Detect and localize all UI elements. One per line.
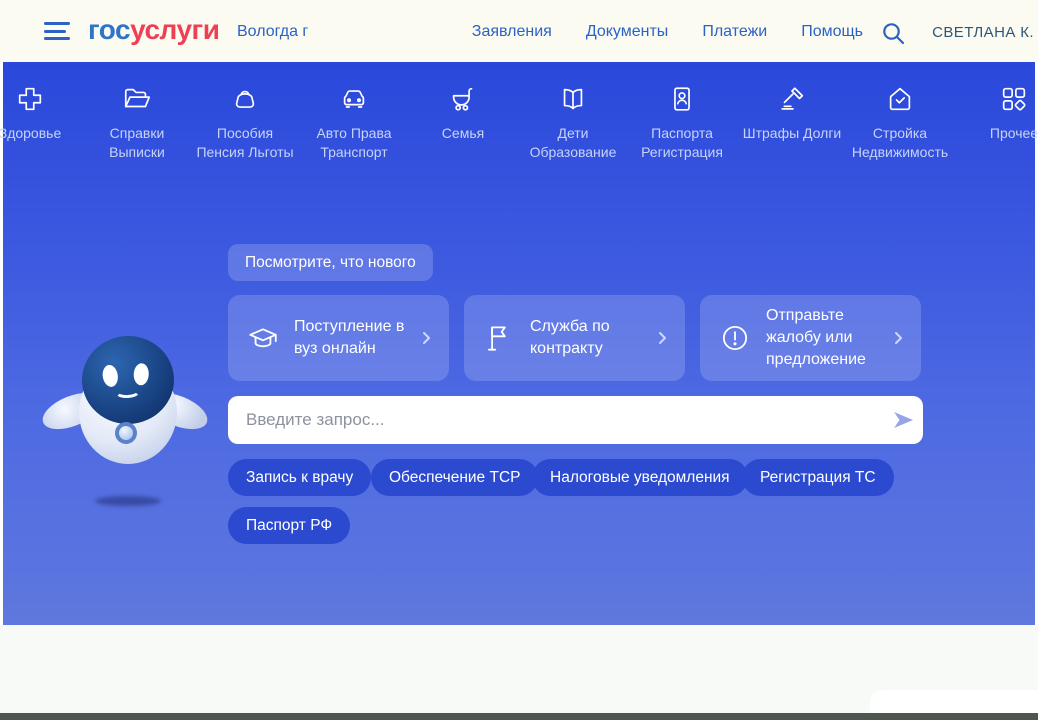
- category-certificates[interactable]: Справки Выписки: [87, 84, 187, 162]
- main-blue-panel: Здоровье Справки Выписки Пособия Пенсия …: [3, 62, 1035, 625]
- card-complaint[interactable]: Отправьте жалобу или предложение: [700, 295, 921, 381]
- logo-part-red: услуги: [130, 14, 219, 45]
- location-selector[interactable]: Вологда г: [237, 23, 308, 41]
- category-children-education[interactable]: Дети Образование: [523, 84, 623, 162]
- category-label: Штрафы Долги: [742, 124, 842, 143]
- header-nav: Заявления Документы Платежи Помощь: [472, 23, 863, 41]
- category-fines-debts[interactable]: Штрафы Долги: [742, 84, 842, 143]
- category-label: Авто Права Транспорт: [304, 124, 404, 162]
- card-label: Отправьте жалобу или предложение: [766, 305, 887, 371]
- alert-circle-icon: [718, 321, 752, 355]
- search-input[interactable]: [246, 410, 883, 430]
- stroller-icon: [448, 84, 478, 114]
- chip-vehicle-registration[interactable]: Регистрация ТС: [742, 459, 894, 496]
- house-check-icon: [885, 84, 915, 114]
- assistant-search-bar: [228, 396, 923, 444]
- card-university-admission[interactable]: Поступление в вуз онлайн: [228, 295, 449, 381]
- chip-doctor-appointment[interactable]: Запись к врачу: [228, 459, 371, 496]
- user-account-button[interactable]: СВЕТЛАНА К.: [932, 24, 1034, 41]
- category-passports[interactable]: Паспорта Регистрация: [632, 84, 732, 162]
- category-family[interactable]: Семья: [413, 84, 513, 143]
- gosuslugi-logo[interactable]: госуслуги: [88, 14, 219, 46]
- nav-item-documents[interactable]: Документы: [586, 23, 668, 41]
- assistant-robot-mascot[interactable]: [43, 330, 213, 515]
- grid-icon: [999, 84, 1029, 114]
- chip-passport-rf[interactable]: Паспорт РФ: [228, 507, 350, 544]
- search-icon[interactable]: [880, 20, 906, 46]
- category-label: Стройка Недвижимость: [850, 124, 950, 162]
- robot-eye: [101, 364, 119, 388]
- purse-icon: [230, 84, 260, 114]
- whats-new-button[interactable]: Посмотрите, что нового: [228, 244, 433, 281]
- lower-content-area: [0, 625, 1038, 713]
- category-label: Паспорта Регистрация: [632, 124, 732, 162]
- folder-icon: [122, 84, 152, 114]
- category-label: Дети Образование: [523, 124, 623, 162]
- nav-item-payments[interactable]: Платежи: [702, 23, 767, 41]
- category-label: Пособия Пенсия Льготы: [195, 124, 295, 162]
- category-health[interactable]: Здоровье: [0, 84, 80, 143]
- chevron-right-icon: [419, 330, 435, 346]
- nav-item-applications[interactable]: Заявления: [472, 23, 552, 41]
- category-construction[interactable]: Стройка Недвижимость: [850, 84, 950, 162]
- top-header: госуслуги Вологда г Заявления Документы …: [0, 0, 1038, 62]
- medical-cross-icon: [15, 84, 45, 114]
- car-icon: [339, 84, 369, 114]
- category-label: Семья: [413, 124, 513, 143]
- robot-shadow: [95, 496, 161, 506]
- open-book-icon: [558, 84, 588, 114]
- gavel-icon: [777, 84, 807, 114]
- category-label: Прочее: [964, 124, 1038, 143]
- passport-icon: [667, 84, 697, 114]
- send-query-button[interactable]: [883, 400, 923, 440]
- menu-hamburger-icon[interactable]: [44, 22, 70, 42]
- category-auto[interactable]: Авто Права Транспорт: [304, 84, 404, 162]
- card-contract-service[interactable]: Служба по контракту: [464, 295, 685, 381]
- category-benefits[interactable]: Пособия Пенсия Льготы: [195, 84, 295, 162]
- nav-item-help[interactable]: Помощь: [801, 23, 863, 41]
- chevron-right-icon: [655, 330, 671, 346]
- bottom-edge-strip: [0, 713, 1038, 720]
- graduation-cap-icon: [246, 321, 280, 355]
- card-label: Служба по контракту: [530, 316, 651, 360]
- category-other[interactable]: Прочее: [964, 84, 1038, 143]
- category-label: Справки Выписки: [87, 124, 187, 162]
- robot-smile: [114, 383, 141, 398]
- robot-chest-button: [115, 422, 137, 444]
- chip-tsr-provision[interactable]: Обеспечение ТСР: [371, 459, 538, 496]
- bottom-right-panel: [870, 690, 1038, 713]
- chip-tax-notifications[interactable]: Налоговые уведомления: [532, 459, 748, 496]
- category-label: Здоровье: [0, 124, 80, 143]
- chevron-right-icon: [891, 330, 907, 346]
- send-arrow-icon: [891, 408, 915, 432]
- logo-part-blue: гос: [88, 14, 130, 45]
- flag-icon: [482, 321, 516, 355]
- robot-eye: [133, 363, 149, 386]
- card-label: Поступление в вуз онлайн: [294, 316, 415, 360]
